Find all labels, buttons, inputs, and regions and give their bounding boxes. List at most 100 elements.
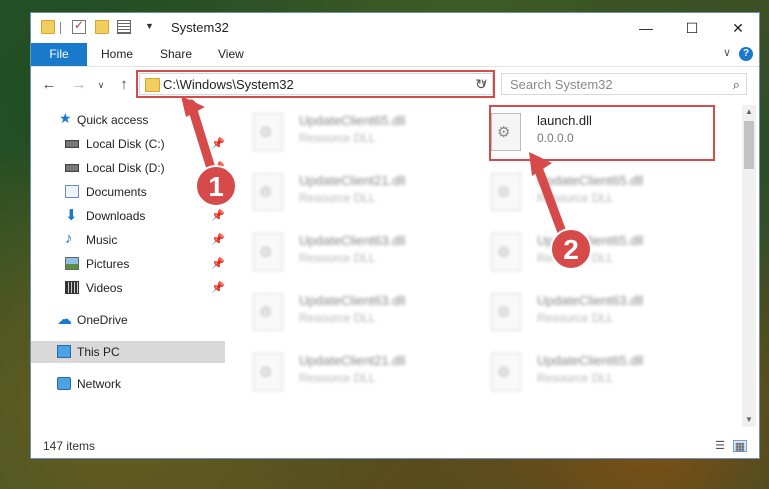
pin-icon[interactable]: 📌 — [211, 185, 225, 198]
dll-file-icon — [491, 233, 521, 271]
dll-file-icon — [253, 233, 283, 271]
chevron-down-icon[interactable]: ▼ — [145, 21, 154, 31]
file-highlight-box — [489, 105, 715, 161]
file-tile[interactable]: UpdateClient21.dll Resource DLL — [229, 349, 449, 395]
pin-icon[interactable]: 📌 — [211, 281, 225, 294]
sidebar-item-documents[interactable]: Documents 📌 — [31, 181, 225, 203]
file-name: UpdateClient63.dll — [299, 293, 406, 308]
scroll-down-icon[interactable]: ▼ — [742, 413, 756, 427]
file-tile[interactable]: UpdateClient65.dll Resource DLL — [467, 229, 687, 275]
file-tile[interactable]: UpdateClient63.dll Resource DLL — [229, 229, 449, 275]
help-icon[interactable]: ? — [739, 47, 753, 61]
pin-icon[interactable]: 📌 — [211, 233, 225, 246]
video-icon — [65, 281, 79, 294]
file-description: Resource DLL — [299, 191, 376, 205]
sidebar-item-label: This PC — [77, 345, 120, 359]
sidebar-item-label: Local Disk (C:) — [86, 137, 165, 151]
tab-file[interactable]: File — [31, 43, 87, 66]
file-description: Resource DLL — [299, 131, 376, 145]
pin-icon[interactable]: 📌 — [211, 257, 225, 270]
star-icon: ★ — [59, 110, 72, 126]
title-bar: ▼ System32 — ☐ ✕ — [31, 13, 759, 43]
file-description: Resource DLL — [537, 311, 614, 325]
sidebar-item-local-disk-d[interactable]: Local Disk (D:) 📌 — [31, 157, 225, 179]
details-view-icon[interactable]: ☰ — [713, 440, 727, 452]
sidebar-item-label: Videos — [86, 281, 123, 295]
sidebar-item-network[interactable]: Network — [31, 373, 225, 395]
file-tile[interactable]: UpdateClient65.dll Resource DLL — [229, 109, 449, 155]
sidebar-item-label: Downloads — [86, 209, 146, 223]
sidebar-item-this-pc[interactable]: This PC — [31, 341, 225, 363]
file-name: UpdateClient65.dll — [537, 353, 644, 368]
search-placeholder: Search System32 — [510, 77, 613, 92]
file-name: UpdateClient63.dll — [299, 233, 406, 248]
file-tile[interactable]: UpdateClient63.dll Resource DLL — [229, 289, 449, 335]
computer-icon — [57, 345, 71, 358]
sidebar-item-music[interactable]: ♪ Music 📌 — [31, 229, 225, 251]
document-icon — [65, 185, 79, 198]
up-button[interactable]: ↑ — [114, 75, 134, 95]
back-button[interactable]: ← — [39, 75, 59, 95]
ribbon-tabs: File Home Share View ∨ ? — [31, 43, 759, 67]
sidebar-item-local-disk-c[interactable]: Local Disk (C:) 📌 — [31, 133, 225, 155]
download-icon: ⬇ — [65, 207, 78, 224]
dll-file-icon — [491, 173, 521, 211]
scrollbar-thumb[interactable] — [744, 121, 754, 169]
tiles-view-icon[interactable]: ▦ — [733, 440, 747, 453]
dll-file-icon — [253, 353, 283, 391]
recent-locations-button[interactable]: ∨ — [91, 75, 111, 95]
sidebar-item-onedrive[interactable]: ☁ OneDrive — [31, 309, 225, 331]
file-tile[interactable]: UpdateClient63.dll Resource DLL — [467, 289, 687, 335]
pin-icon[interactable]: 📌 — [211, 209, 225, 222]
scroll-up-icon[interactable]: ▲ — [742, 105, 756, 119]
sidebar-item-downloads[interactable]: ⬇ Downloads 📌 — [31, 205, 225, 227]
tab-share[interactable]: Share — [160, 43, 192, 66]
file-name: UpdateClient63.dll — [537, 293, 644, 308]
divider — [60, 22, 61, 34]
dll-file-icon — [253, 113, 283, 151]
status-bar: 147 items ☰ ▦ — [31, 433, 759, 459]
navigation-bar: ← → ∨ ↑ C:\Windows\System32 ∨ ↻ Search S… — [31, 67, 759, 103]
sidebar-item-label: Pictures — [86, 257, 130, 271]
sidebar-item-pictures[interactable]: Pictures 📌 — [31, 253, 225, 275]
explorer-window: ▼ System32 — ☐ ✕ File Home Share View ∨ … — [30, 12, 760, 459]
search-icon[interactable]: ⌕ — [733, 77, 740, 93]
customize-toolbar-icon[interactable] — [117, 20, 131, 34]
forward-button[interactable]: → — [69, 75, 89, 95]
sidebar-item-videos[interactable]: Videos 📌 — [31, 277, 225, 299]
file-list: UpdateClient65.dll Resource DLL launch.d… — [229, 105, 741, 423]
properties-icon[interactable] — [72, 18, 86, 34]
sidebar-item-quick-access[interactable]: ★ Quick access — [31, 109, 225, 131]
new-folder-icon[interactable] — [95, 20, 109, 34]
sidebar-item-label: Network — [77, 377, 122, 391]
file-description: Resource DLL — [537, 191, 614, 205]
network-icon — [57, 377, 71, 390]
sidebar-item-label: Local Disk (D:) — [86, 161, 165, 175]
tab-home[interactable]: Home — [101, 43, 133, 66]
pin-icon[interactable]: 📌 — [211, 161, 225, 174]
file-tile[interactable]: UpdateClient65.dll Resource DLL — [467, 169, 687, 215]
file-description: Resource DLL — [537, 251, 614, 265]
ribbon-expand-icon[interactable]: ∨ — [723, 46, 731, 59]
file-tile[interactable]: UpdateClient21.dll Resource DLL — [229, 169, 449, 215]
pin-icon[interactable]: 📌 — [211, 137, 225, 150]
vertical-scrollbar[interactable]: ▲ ▼ — [742, 105, 756, 427]
drive-icon — [65, 140, 79, 148]
close-button[interactable]: ✕ — [715, 13, 761, 43]
drive-icon — [65, 164, 79, 172]
dll-file-icon — [253, 173, 283, 211]
maximize-button[interactable]: ☐ — [669, 13, 715, 43]
sidebar-item-label: Quick access — [77, 113, 149, 127]
dll-file-icon — [253, 293, 283, 331]
folder-icon — [41, 20, 55, 34]
file-description: Resource DLL — [299, 251, 376, 265]
file-tile[interactable]: UpdateClient65.dll Resource DLL — [467, 349, 687, 395]
tab-view[interactable]: View — [218, 43, 244, 66]
minimize-button[interactable]: — — [623, 13, 669, 43]
search-input[interactable]: Search System32 ⌕ — [501, 73, 747, 95]
sidebar-item-label: Documents — [86, 185, 147, 199]
item-count: 147 items — [43, 439, 96, 453]
file-name: UpdateClient21.dll — [299, 353, 406, 368]
dll-file-icon — [491, 353, 521, 391]
file-name: UpdateClient21.dll — [299, 173, 406, 188]
